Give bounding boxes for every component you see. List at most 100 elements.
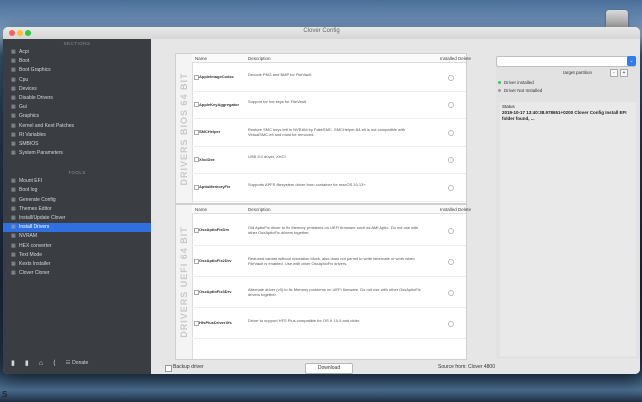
- driver-row[interactable]: SMCHelper Restore SMC keys left in NVRAM …: [192, 118, 466, 147]
- installed-status-icon: [448, 129, 454, 136]
- tool-item[interactable]: ▦ Text Mode: [3, 251, 151, 260]
- share-icon[interactable]: ⟨: [53, 359, 56, 367]
- tool-item[interactable]: ▦ HEX converter: [3, 242, 151, 251]
- grid-icon: ▦: [11, 49, 16, 55]
- sidebar: SECTIONS ▦ Acpi ▦ Boot ▦ Boot Graphics ▦ Cpu ▦ De…: [3, 39, 151, 374]
- partition-select[interactable]: ⌄: [496, 56, 636, 67]
- wrench-icon: ▦: [11, 224, 16, 231]
- section-item-label: System Parameters: [19, 150, 63, 157]
- section-item[interactable]: ▦ Cpu: [3, 76, 151, 85]
- section-item[interactable]: ▦ Boot Graphics: [3, 66, 151, 75]
- copy-icon: ▦: [11, 270, 16, 277]
- section-item-label: Graphics: [19, 113, 40, 120]
- section-item[interactable]: ▦ Boot: [3, 57, 151, 66]
- tool-item[interactable]: ▦ Install Drivers: [3, 223, 151, 233]
- bios-panel-title: DRIVERS BIOS 64 BIT: [176, 54, 193, 203]
- status-text: 2019-10-17 13:40:38.978651+0200 Clover C…: [502, 110, 627, 121]
- driver-row[interactable]: ApplelmageCodec Decode PNG and BMP for Fi…: [192, 63, 466, 92]
- section-item[interactable]: ▦ Gui: [3, 103, 151, 112]
- tool-item[interactable]: ▦ Clover Cloner: [3, 269, 151, 278]
- driver-row[interactable]: AppleKeyAggregator Support for hot keys f…: [192, 91, 466, 119]
- source-label: Source from: Clover 4800: [438, 364, 495, 370]
- grid-icon: ▦: [11, 131, 16, 138]
- tool-item-label: Install/Update Clover: [19, 215, 66, 221]
- disk-icon[interactable]: ▮: [11, 359, 15, 367]
- add-button[interactable]: +: [620, 69, 628, 77]
- chip-icon: ▦: [11, 233, 16, 240]
- driver-description: Alternate driver (v3) to fix Memory prob…: [248, 286, 421, 297]
- driver-description: Old AptioFix driver to fix Memory proble…: [248, 224, 419, 235]
- driver-name: XhciDxe: [199, 156, 215, 162]
- backup-checkbox[interactable]: [165, 365, 172, 372]
- driver-description: Reduced variant without relocation block…: [248, 255, 415, 266]
- driver-name: AppleKeyAggregator: [199, 101, 240, 107]
- driver-description: USB 3.0 driver, XHCI: [248, 154, 286, 160]
- uefi-drivers-panel: DRIVERS UEFI 64 BIT Name Description Ins…: [175, 204, 471, 360]
- driver-row[interactable]: OsxAptioFix2Drv Reduced variant without r…: [192, 245, 466, 277]
- backup-label: Backup driver: [173, 364, 204, 370]
- chevron-down-icon[interactable]: ⌄: [627, 56, 636, 66]
- installed-status-icon: [448, 227, 454, 234]
- section-item[interactable]: ▦ Kernel and Kext Patches: [3, 122, 151, 131]
- driver-row[interactable]: AptioMemoryFix Supports APFS filesystem d…: [192, 173, 466, 202]
- bookmark-icon[interactable]: ▮: [25, 359, 29, 367]
- section-item[interactable]: ▦ Acpi: [3, 48, 151, 57]
- sections-header: SECTIONS: [63, 41, 91, 46]
- tool-item-label: HEX converter: [19, 242, 52, 249]
- grid-icon: ▦: [11, 104, 16, 111]
- tool-item[interactable]: ▦ Boot log: [3, 186, 151, 195]
- legend-not-installed: Driver Not Installed: [498, 88, 542, 93]
- driver-row[interactable]: XhciDxe USB 3.0 driver, XHCI: [192, 146, 466, 174]
- section-item[interactable]: ▦ SMBIOS: [3, 140, 151, 149]
- tool-item-label: Boot log: [19, 187, 38, 194]
- tool-item-label: Kexts Installer: [19, 260, 51, 267]
- section-item-label: Devices: [19, 85, 37, 92]
- section-item[interactable]: ▦ Devices: [3, 85, 151, 94]
- download-button[interactable]: Download: [305, 363, 353, 374]
- driver-name: OsxAptioFixDrv: [199, 227, 230, 232]
- section-item[interactable]: ▦ Disable Drivers: [3, 94, 151, 103]
- legend-installed: Driver installed: [498, 80, 534, 85]
- section-item[interactable]: ▦ Graphics: [3, 112, 151, 121]
- col-delete: Delete: [458, 55, 472, 61]
- donate-button[interactable]: ☷ Donate: [66, 360, 89, 366]
- tool-item[interactable]: ▦ NVRAM: [3, 232, 151, 241]
- tool-item[interactable]: ▦ Mount EFI: [3, 177, 151, 186]
- uefi-panel-title: DRIVERS UEFI 64 BIT: [176, 205, 193, 359]
- driver-row[interactable]: OsxAptioFix3Drv Alternate driver (v3) to …: [192, 276, 466, 308]
- section-item-label: Kernel and Kext Patches: [19, 122, 75, 129]
- tool-item[interactable]: ▦ Install/Update Clover: [3, 214, 151, 223]
- desktop-waves: [0, 372, 642, 402]
- not-installed-dot-icon: [498, 89, 501, 93]
- grid-icon: ▦: [11, 113, 16, 120]
- download-icon: ▦: [11, 215, 16, 221]
- desktop-text-fragment: s: [2, 388, 8, 400]
- col-name: Name: [195, 55, 208, 61]
- tool-item-label: Generate Config: [19, 196, 56, 203]
- disk-icon: ▦: [11, 178, 16, 185]
- tool-item[interactable]: ▦ Generate Config: [3, 196, 151, 205]
- driver-name: OsxAptioFix3Drv: [199, 289, 232, 294]
- driver-row[interactable]: OsxAptioFixDrv Old AptioFix driver to fix…: [192, 214, 466, 246]
- section-item-label: Rt Variables: [19, 131, 46, 138]
- section-item-label: SMBIOS: [19, 140, 39, 147]
- remove-button[interactable]: -: [610, 69, 618, 77]
- driver-name: OsxAptioFix2Drv: [199, 258, 232, 263]
- status-box: Status 2019-10-17 13:40:38.978651+0200 C…: [500, 102, 636, 356]
- tool-item-label: Themes Editor: [19, 205, 52, 212]
- grid-icon: ▦: [11, 94, 16, 101]
- driver-name: HfsPlusDriverXfs: [199, 320, 232, 325]
- section-item[interactable]: ▦ Rt Variables: [3, 131, 151, 140]
- grid-icon: ▦: [11, 67, 16, 74]
- section-item[interactable]: ▦ System Parameters: [3, 149, 151, 158]
- installed-status-icon: [448, 184, 454, 191]
- grid-icon: ▦: [11, 85, 16, 92]
- donate-label: Donate: [72, 360, 89, 366]
- driver-row[interactable]: HfsPlusDriverXfs Driver to support HFS Pl…: [192, 307, 466, 339]
- gear-icon: ▦: [11, 260, 16, 267]
- col-installed: Installed: [440, 55, 457, 61]
- tool-item[interactable]: ▦ Themes Editor: [3, 205, 151, 214]
- tool-item[interactable]: ▦ Kexts Installer: [3, 260, 151, 269]
- home-icon[interactable]: ⌂: [39, 360, 43, 367]
- bios-table-header: Name Description Installed Delete: [192, 54, 471, 63]
